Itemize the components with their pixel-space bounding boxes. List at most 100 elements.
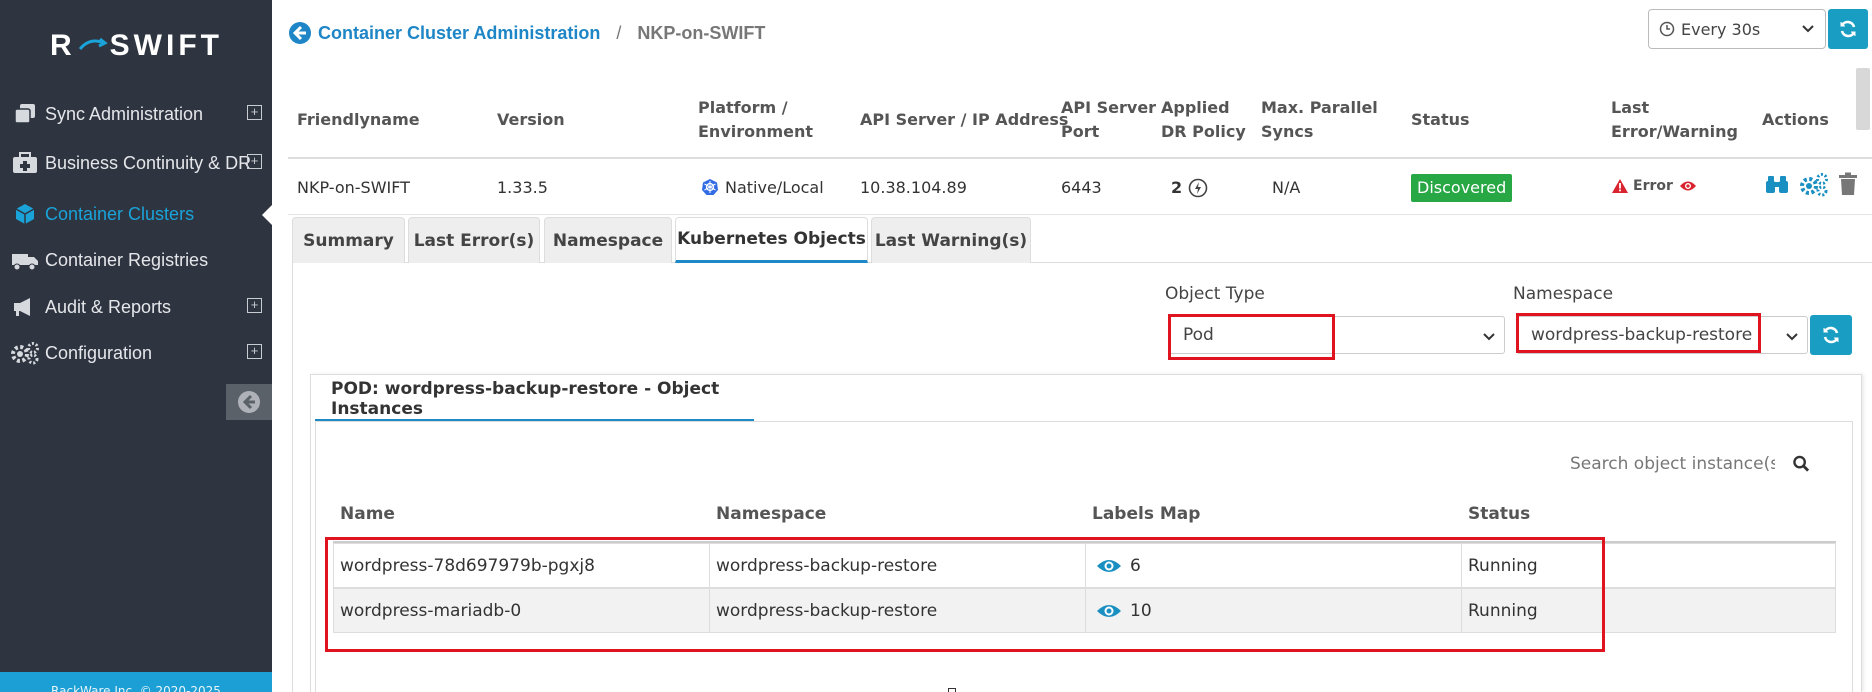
refresh-icon [1823, 326, 1839, 344]
refresh-icon [1840, 20, 1856, 38]
column-header-namespace[interactable]: Namespace [716, 504, 826, 524]
tab-kubernetes-objects[interactable]: Kubernetes Objects [675, 217, 868, 263]
detail-tabs: Summary Last Error(s) Namespace Kubernet… [292, 217, 1872, 263]
sidebar-item-container-registries[interactable]: Container Registries [0, 237, 272, 283]
logo-text-right: SWIFT [109, 29, 223, 62]
clock-icon [1659, 21, 1675, 37]
active-indicator [262, 205, 272, 225]
column-header-platform: Platform / Environment [698, 98, 814, 141]
warning-triangle-icon [1612, 179, 1628, 193]
cell-status: Running [1468, 600, 1538, 621]
labels-count: 10 [1130, 600, 1152, 621]
object-type-label: Object Type [1165, 284, 1265, 304]
cell-labels-map: 10 [1086, 589, 1462, 632]
eye-icon[interactable] [1096, 557, 1122, 575]
sidebar-item-container-clusters[interactable]: Container Clusters [0, 191, 272, 237]
cell-api-port: 6443 [1061, 178, 1102, 197]
refresh-interval-select[interactable]: Every 30s [1648, 9, 1826, 49]
truck-icon [10, 247, 40, 273]
namespace-refresh-button[interactable] [1810, 315, 1852, 355]
status-badge: Discovered [1411, 174, 1513, 202]
gears-icon [10, 340, 40, 366]
tab-summary[interactable]: Summary [292, 217, 405, 263]
cell-platform: Native/Local [701, 176, 824, 200]
column-header-dr-policy: Applied DR Policy [1161, 98, 1246, 141]
namespace-label: Namespace [1513, 284, 1614, 304]
table-row[interactable]: wordpress-78d697979b-pgxj8 wordpress-bac… [333, 543, 1836, 588]
sidebar-item-business-continuity[interactable]: Business Continuity & DR + [0, 140, 272, 186]
column-header-status[interactable]: Status [1468, 504, 1530, 524]
cell-name: wordpress-mariadb-0 [334, 589, 710, 632]
column-header-last-error: Last Error/Warning [1611, 98, 1738, 141]
expand-plus-icon[interactable]: + [247, 298, 262, 313]
breadcrumb-current: NKP-on-SWIFT [637, 22, 766, 43]
search-box [1570, 452, 1810, 476]
sidebar-item-label: Audit & Reports [45, 296, 172, 317]
cell-api-server: 10.38.104.89 [860, 178, 967, 197]
cell-last-error: Error [1611, 178, 1701, 194]
back-arrow-icon[interactable] [288, 21, 312, 45]
breadcrumb-separator: / [616, 22, 622, 43]
sidebar-item-label: Container Clusters [45, 203, 195, 224]
table-header-divider [288, 157, 1872, 159]
last-error-text: Error [1633, 178, 1673, 194]
scrollbar-thumb[interactable] [1856, 68, 1870, 130]
refresh-button[interactable] [1828, 9, 1868, 49]
column-header-labels-map[interactable]: Labels Map [1092, 504, 1200, 524]
search-input[interactable] [1570, 454, 1775, 474]
namespace-select[interactable]: wordpress-backup-restore [1516, 316, 1808, 354]
mouse-cursor [948, 688, 956, 692]
expand-plus-icon[interactable]: + [247, 344, 262, 359]
dr-policy-count: 2 [1171, 178, 1183, 197]
breadcrumb: Container Cluster Administration / NKP-o… [288, 20, 765, 46]
eye-icon[interactable] [1679, 179, 1697, 193]
search-icon[interactable] [1793, 455, 1810, 473]
trash-icon[interactable] [1838, 172, 1858, 196]
binoculars-icon[interactable] [1765, 172, 1789, 196]
cell-status: Running [1468, 555, 1538, 576]
cell-namespace: wordpress-backup-restore [710, 544, 1086, 587]
cell-friendlyname: NKP-on-SWIFT [297, 178, 410, 197]
sidebar-item-label: Business Continuity & DR [45, 152, 252, 173]
bullhorn-icon [10, 294, 40, 320]
column-header-actions: Actions [1762, 110, 1829, 129]
column-header-name[interactable]: Name [340, 504, 395, 524]
cell-dr-policy: 2 [1171, 176, 1208, 200]
cell-version: 1.33.5 [497, 178, 548, 197]
tab-last-warnings[interactable]: Last Warning(s) [871, 217, 1031, 263]
chevron-down-icon [1483, 333, 1495, 341]
settings-gears-icon[interactable] [1799, 172, 1829, 198]
tab-namespace[interactable]: Namespace [544, 217, 672, 263]
object-type-select[interactable]: Pod [1168, 316, 1505, 354]
logo: R SWIFT [50, 28, 240, 64]
cell-namespace: wordpress-backup-restore [710, 589, 1086, 632]
refresh-interval-value: Every 30s [1681, 19, 1761, 39]
expand-plus-icon[interactable]: + [247, 105, 262, 120]
table-row[interactable]: wordpress-mariadb-0 wordpress-backup-res… [333, 588, 1836, 633]
sidebar: R SWIFT Sync Administration + Business C… [0, 0, 272, 692]
sidebar-item-audit-reports[interactable]: Audit & Reports + [0, 284, 272, 330]
breadcrumb-link[interactable]: Container Cluster Administration [318, 23, 600, 44]
chevron-down-icon [1802, 25, 1814, 33]
expand-plus-icon[interactable]: + [247, 154, 262, 169]
platform-label: Native/Local [725, 178, 824, 197]
cube-icon [10, 201, 40, 227]
panel-border [292, 263, 293, 692]
column-header-status: Status [1411, 110, 1470, 129]
eye-icon[interactable] [1096, 602, 1122, 620]
column-header-max-syncs: Max. Parallel Syncs [1261, 98, 1378, 141]
sidebar-item-sync-administration[interactable]: Sync Administration + [0, 91, 272, 137]
namespace-value: wordpress-backup-restore [1531, 325, 1753, 345]
kubernetes-icon [702, 179, 718, 195]
bolt-circle-icon[interactable] [1188, 178, 1208, 198]
sidebar-item-label: Sync Administration [45, 103, 204, 124]
cell-name: wordpress-78d697979b-pgxj8 [334, 544, 710, 587]
column-header-api-server: API Server / IP Address [860, 110, 1069, 129]
tab-last-errors[interactable]: Last Error(s) [408, 217, 540, 263]
object-instances-tab[interactable]: POD: wordpress-backup-restore - Object I… [315, 379, 754, 422]
object-type-value: Pod [1183, 325, 1214, 345]
labels-count: 6 [1130, 555, 1141, 576]
sidebar-item-label: Configuration [45, 342, 153, 363]
sidebar-item-configuration[interactable]: Configuration + [0, 330, 272, 376]
collapse-sidebar-button[interactable] [226, 384, 272, 420]
